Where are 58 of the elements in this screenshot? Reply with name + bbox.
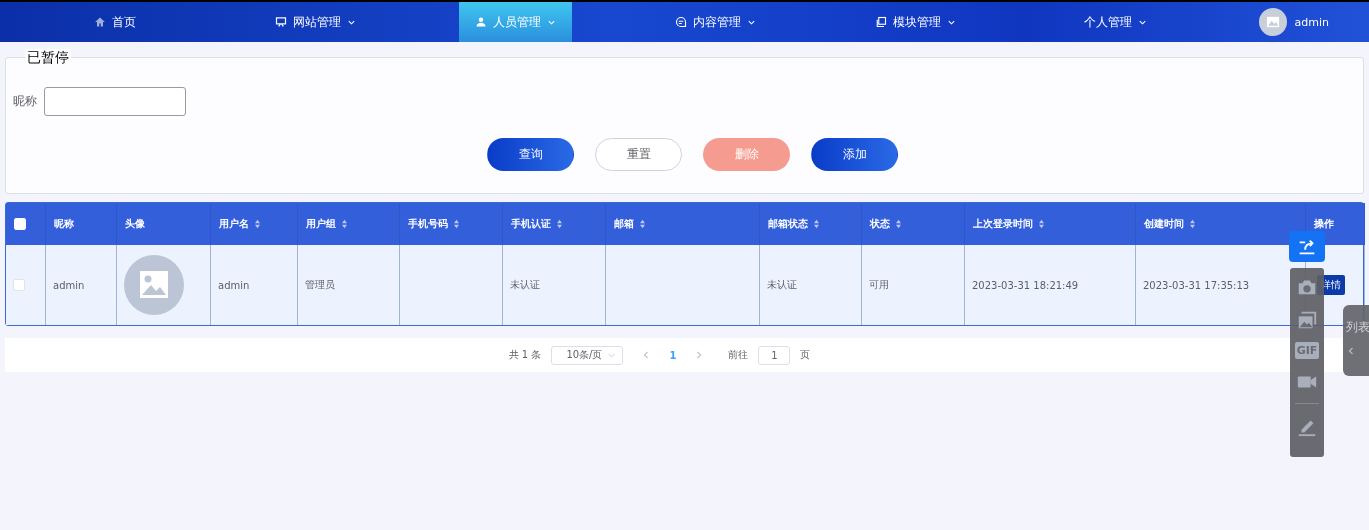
action-button[interactable]: 重置 — [595, 138, 682, 171]
action-button[interactable]: 添加 — [811, 138, 898, 171]
sort-icon[interactable] — [453, 219, 460, 229]
table-cell: admin — [218, 279, 250, 291]
copy-icon — [874, 16, 887, 28]
table-cell: 2023-03-31 18:21:49 — [972, 279, 1079, 291]
gallery-icon[interactable] — [1296, 309, 1318, 331]
column-header: 昵称 — [54, 217, 74, 231]
chevron-left-icon — [1346, 346, 1356, 356]
paused-label: 已暂停 — [25, 49, 71, 67]
sort-icon[interactable] — [254, 219, 261, 229]
share-button[interactable] — [1289, 231, 1325, 262]
nav-menu-item[interactable]: 网站管理 — [258, 2, 372, 42]
field-label: 昵称 — [13, 93, 37, 110]
column-header: 手机号码 — [408, 217, 448, 231]
column-header: 邮箱状态 — [768, 217, 808, 231]
nav-menu-item[interactable]: 个人管理 — [1067, 2, 1163, 42]
total-count: 共 1 条 — [508, 348, 542, 362]
nickname-field[interactable] — [44, 87, 186, 116]
sort-icon[interactable] — [1038, 219, 1045, 229]
table-cell: 未认证 — [767, 278, 797, 292]
column-header: 头像 — [125, 217, 145, 231]
table-cell: 可用 — [869, 278, 889, 292]
nav-menu-item[interactable]: 首页 — [78, 2, 152, 42]
table-cell: 管理员 — [305, 278, 335, 292]
column-header: 邮箱 — [614, 217, 634, 231]
avatar-icon[interactable] — [1258, 8, 1287, 36]
page-suffix: 页 — [800, 348, 811, 362]
page-size-select[interactable]: 10条/页 — [551, 345, 624, 365]
sort-icon[interactable] — [1189, 219, 1196, 229]
table-cell: admin — [53, 279, 85, 291]
table-cell: 2023-03-31 17:35:13 — [1143, 279, 1250, 291]
nav-menu-item[interactable]: 模块管理 — [858, 2, 972, 42]
table-cell: 未认证 — [510, 278, 540, 292]
sort-icon[interactable] — [341, 219, 348, 229]
nav-menu-item[interactable]: 内容管理 — [658, 2, 772, 42]
column-header: 上次登录时间 — [973, 217, 1033, 231]
column-header: 用户名 — [219, 217, 249, 231]
avatar-placeholder-icon — [124, 255, 184, 315]
column-header: 手机认证 — [511, 217, 551, 231]
sort-icon[interactable] — [556, 219, 563, 229]
action-button[interactable]: 查询 — [487, 138, 574, 171]
user-icon — [474, 16, 487, 28]
sort-icon[interactable] — [639, 219, 646, 229]
column-header: 创建时间 — [1144, 217, 1184, 231]
column-header: 状态 — [870, 217, 890, 231]
user-name[interactable]: admin — [1294, 15, 1329, 29]
row-checkbox[interactable] — [13, 279, 25, 291]
page-jump-field[interactable]: 1 — [758, 345, 791, 365]
home-icon — [94, 16, 106, 28]
column-header: 操作 — [1314, 217, 1334, 231]
chat-icon — [674, 16, 687, 28]
select-all-checkbox[interactable] — [14, 218, 26, 230]
monitor-icon — [274, 16, 287, 28]
sort-icon[interactable] — [895, 219, 902, 229]
goto-label: 前往 — [728, 348, 749, 362]
column-header: 用户组 — [306, 217, 336, 231]
sort-icon[interactable] — [813, 219, 820, 229]
